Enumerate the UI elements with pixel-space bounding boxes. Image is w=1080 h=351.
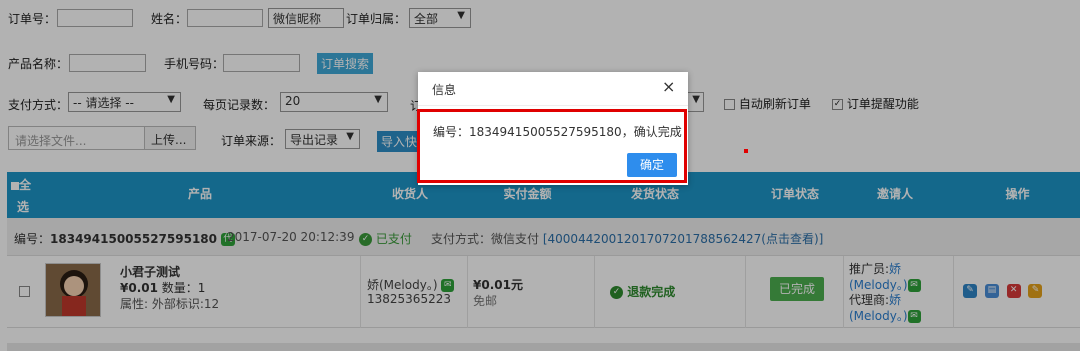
dialog-title: 信息 [432, 83, 457, 97]
confirm-dialog: 信息 × 编号：18349415005527595180，确认完成 确定 [417, 72, 688, 185]
dialog-header [418, 72, 688, 106]
red-dot-marker [744, 149, 748, 153]
dialog-message: 编号：18349415005527595180，确认完成 [433, 125, 682, 139]
close-icon[interactable]: × [662, 78, 675, 96]
confirm-button[interactable]: 确定 [627, 153, 677, 177]
